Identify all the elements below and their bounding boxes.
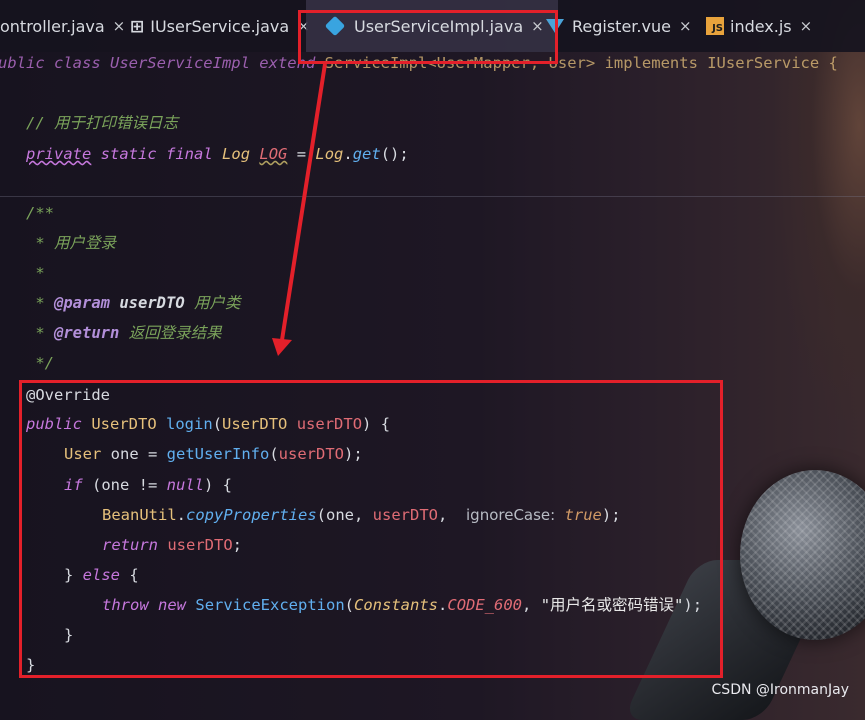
watermark: CSDN @IronmanJay xyxy=(711,682,849,698)
annotation-arrow xyxy=(272,63,327,356)
